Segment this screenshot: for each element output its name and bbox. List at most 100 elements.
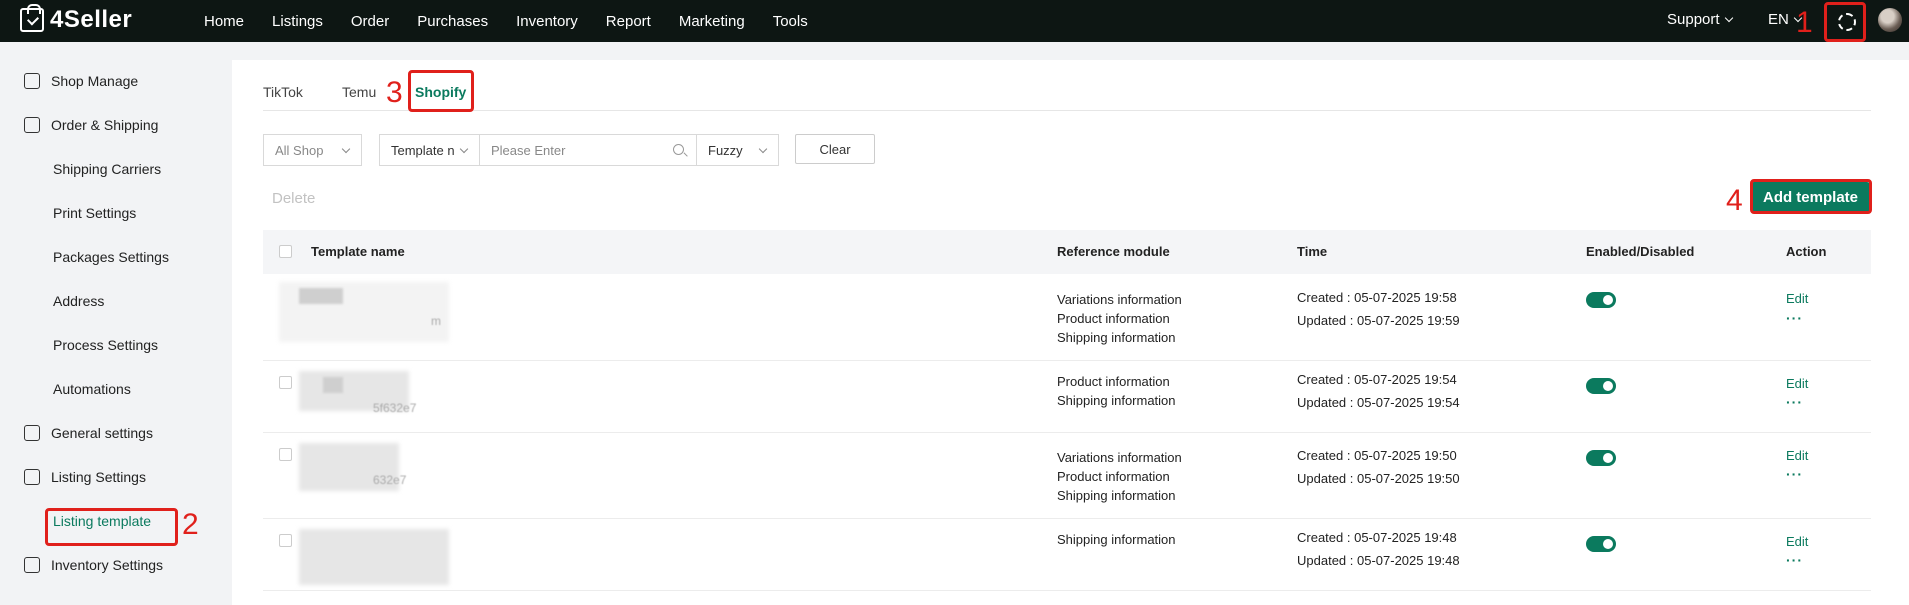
edit-link[interactable]: Edit: [1786, 448, 1808, 463]
nav-home[interactable]: Home: [204, 13, 244, 30]
module-item: Product information: [1057, 311, 1170, 326]
logo[interactable]: 4Seller: [20, 4, 132, 34]
sidebar-item-process-settings[interactable]: Process Settings: [0, 330, 218, 360]
time-cell: Created : 05-07-2025 19:50 Updated : 05-…: [1297, 444, 1460, 490]
nav-order[interactable]: Order: [351, 13, 389, 30]
chevron-down-icon: [758, 144, 768, 154]
inventory-icon: [24, 557, 40, 573]
edit-link[interactable]: Edit: [1786, 534, 1808, 549]
nav-listings[interactable]: Listings: [272, 13, 323, 30]
sidebar-item-listing-settings[interactable]: Listing Settings: [0, 462, 218, 492]
created-time: Created : 05-07-2025 19:54: [1297, 372, 1457, 387]
edit-link[interactable]: Edit: [1786, 291, 1808, 306]
annotation-number-2: 2: [182, 508, 199, 541]
more-actions-icon[interactable]: ···: [1786, 466, 1803, 482]
match-mode-value: Fuzzy: [708, 142, 743, 158]
match-mode-select[interactable]: Fuzzy: [696, 134, 779, 166]
annotation-box-4: [1750, 179, 1872, 214]
main-nav: Home Listings Order Purchases Inventory …: [204, 0, 836, 42]
general-settings-icon: [24, 425, 40, 441]
header-enabled: Enabled/Disabled: [1586, 244, 1695, 259]
time-cell: Created : 05-07-2025 19:54 Updated : 05-…: [1297, 368, 1460, 414]
clear-button[interactable]: Clear: [795, 134, 875, 164]
sidebar-item-label: Inventory Settings: [51, 557, 164, 573]
edit-link[interactable]: Edit: [1786, 376, 1808, 391]
select-all-checkbox[interactable]: [279, 245, 292, 258]
name-fragment: 632e7: [373, 473, 407, 487]
annotation-box-3: [408, 70, 474, 112]
search-field-value: Template n: [391, 142, 455, 158]
created-time: Created : 05-07-2025 19:50: [1297, 448, 1457, 463]
table-row: 5f632e7 Product information Shipping inf…: [263, 361, 1871, 433]
shop-select[interactable]: All Shop: [263, 134, 362, 166]
top-navigation-bar: 4Seller Home Listings Order Purchases In…: [0, 0, 1909, 42]
reference-modules: Variations information Product informati…: [1057, 448, 1182, 505]
sidebar-item-label: Order & Shipping: [51, 117, 159, 133]
reference-modules: Shipping information: [1057, 530, 1176, 549]
tab-tiktok[interactable]: TikTok: [263, 84, 303, 100]
sidebar-item-label: Address: [53, 293, 105, 309]
sidebar-item-shipping-carriers[interactable]: Shipping Carriers: [0, 154, 218, 184]
row-checkbox[interactable]: [279, 448, 292, 461]
sidebar-item-label: Listing Settings: [51, 469, 146, 485]
updated-time: Updated : 05-07-2025 19:59: [1297, 313, 1460, 328]
module-item: Product information: [1057, 374, 1170, 389]
sidebar-item-address[interactable]: Address: [0, 286, 218, 316]
search-icon[interactable]: [673, 144, 684, 155]
sidebar-item-automations[interactable]: Automations: [0, 374, 218, 404]
enabled-toggle[interactable]: [1586, 378, 1616, 394]
name-fragment: m: [431, 314, 441, 328]
annotation-box-1: [1824, 2, 1866, 42]
name-fragment: 5f632e7: [373, 401, 417, 415]
table-row: Shipping information Created : 05-07-202…: [263, 519, 1871, 591]
nav-report[interactable]: Report: [606, 13, 651, 30]
nav-inventory[interactable]: Inventory: [516, 13, 578, 30]
enabled-toggle[interactable]: [1586, 450, 1616, 466]
enabled-toggle[interactable]: [1586, 292, 1616, 308]
search-placeholder: Please Enter: [491, 142, 566, 158]
support-menu[interactable]: Support: [1667, 11, 1733, 28]
sidebar-item-label: Shop Manage: [51, 73, 139, 89]
updated-time: Updated : 05-07-2025 19:54: [1297, 395, 1460, 410]
chevron-down-icon: [341, 144, 351, 154]
module-item: Product information: [1057, 469, 1170, 484]
search-input[interactable]: Please Enter: [479, 134, 697, 166]
sidebar-item-label: Automations: [53, 381, 131, 397]
sidebar-item-order-shipping[interactable]: Order & Shipping: [0, 110, 218, 140]
nav-marketing[interactable]: Marketing: [679, 13, 745, 30]
sidebar-item-packages-settings[interactable]: Packages Settings: [0, 242, 218, 272]
language-label: EN: [1768, 11, 1789, 28]
annotation-number-1: 1: [1796, 6, 1813, 39]
more-actions-icon[interactable]: ···: [1786, 552, 1803, 568]
more-actions-icon[interactable]: ···: [1786, 394, 1803, 410]
module-item: Shipping information: [1057, 330, 1176, 345]
search-field-select[interactable]: Template n: [379, 134, 480, 166]
sidebar-item-label: General settings: [51, 425, 153, 441]
sidebar-item-print-settings[interactable]: Print Settings: [0, 198, 218, 228]
row-checkbox[interactable]: [279, 534, 292, 547]
updated-time: Updated : 05-07-2025 19:50: [1297, 471, 1460, 486]
module-item: Shipping information: [1057, 393, 1176, 408]
sidebar-item-shop-manage[interactable]: Shop Manage: [0, 66, 218, 96]
more-actions-icon[interactable]: ···: [1786, 310, 1803, 326]
sidebar-item-general-settings[interactable]: General settings: [0, 418, 218, 448]
sidebar-item-label: Shipping Carriers: [53, 161, 162, 177]
chevron-down-icon: [459, 144, 469, 154]
logo-bag-icon: [20, 4, 44, 32]
annotation-box-2: [45, 508, 178, 546]
support-label: Support: [1667, 11, 1720, 28]
row-checkbox[interactable]: [279, 376, 292, 389]
module-item: Shipping information: [1057, 488, 1176, 503]
annotation-number-3: 3: [386, 76, 403, 109]
nav-purchases[interactable]: Purchases: [417, 13, 488, 30]
header-action: Action: [1786, 244, 1827, 259]
delete-button[interactable]: Delete: [272, 190, 315, 207]
module-item: Shipping information: [1057, 532, 1176, 547]
avatar[interactable]: [1878, 8, 1902, 32]
tab-temu[interactable]: Temu: [342, 84, 376, 100]
sidebar-item-inventory-settings[interactable]: Inventory Settings: [0, 550, 218, 580]
enabled-toggle[interactable]: [1586, 536, 1616, 552]
nav-tools[interactable]: Tools: [773, 13, 808, 30]
table-row: 632e7 Variations information Product inf…: [263, 433, 1871, 519]
created-time: Created : 05-07-2025 19:48: [1297, 530, 1457, 545]
